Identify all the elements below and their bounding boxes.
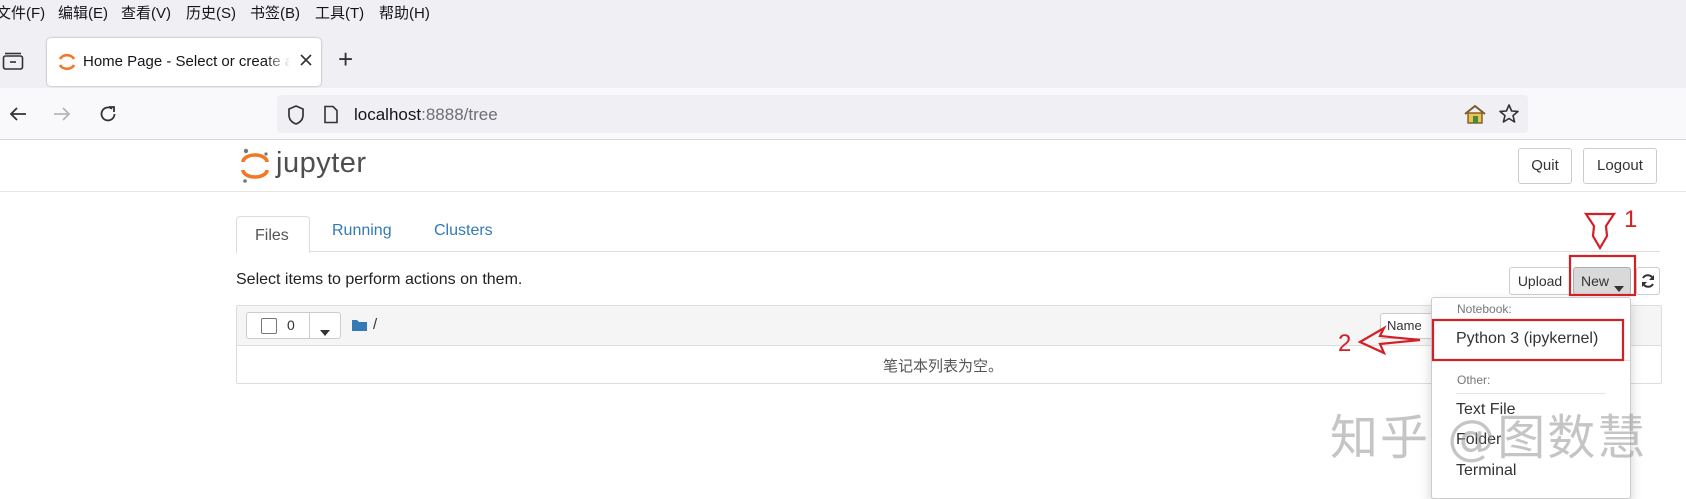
annotation-step-1: 1 [1624,206,1638,233]
annotation-step-2: 2 [1338,330,1352,357]
arrow-2-icon [1357,325,1421,356]
arrow-1-icon [1583,212,1617,251]
python-item-highlight [1431,318,1625,362]
watermark: 知乎 @图数慧 [1330,410,1648,466]
new-button-highlight [1568,254,1637,297]
